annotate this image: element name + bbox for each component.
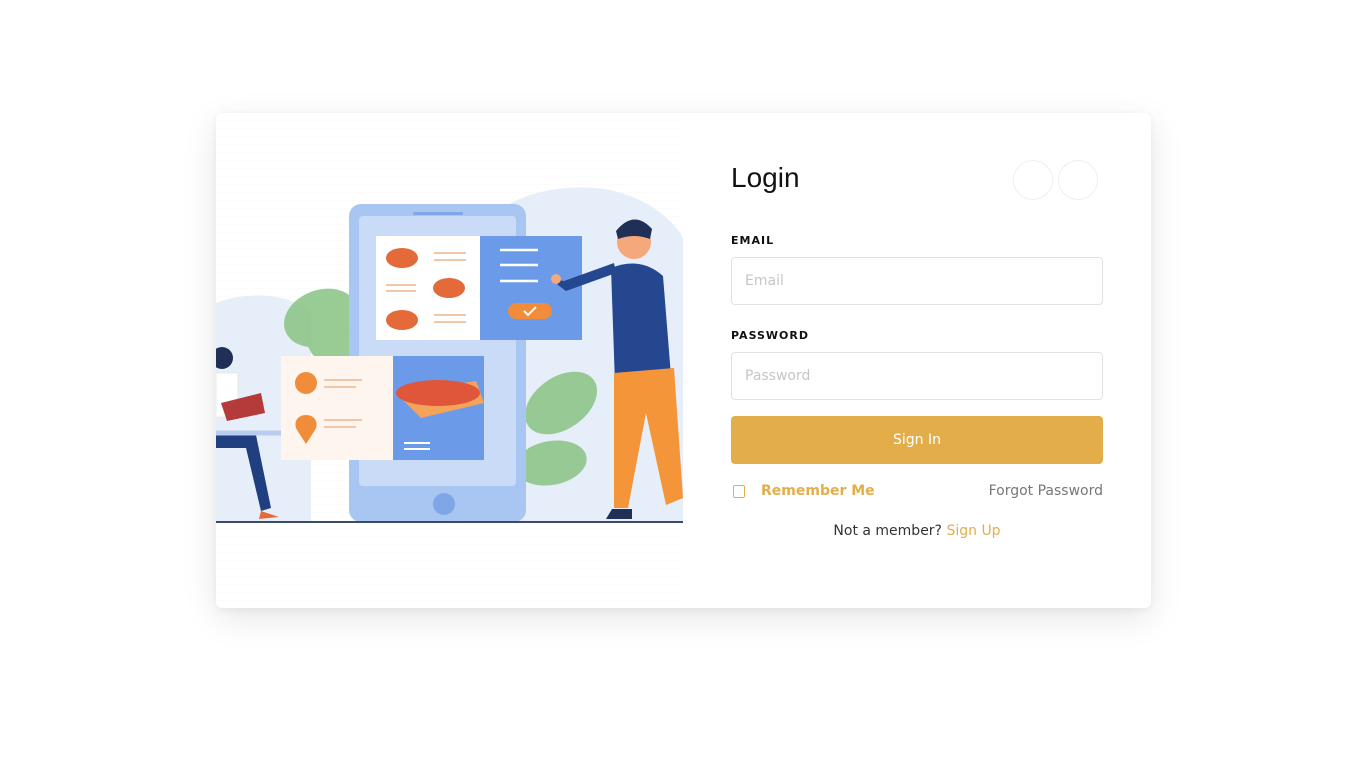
email-field[interactable]: [731, 257, 1103, 305]
remember-me-label: Remember Me: [761, 483, 875, 499]
password-label: PASSWORD: [731, 329, 810, 342]
login-card: Login EMAIL PASSWORD Sign In Remember Me…: [216, 113, 1151, 608]
social-login-button[interactable]: [1058, 160, 1098, 200]
login-form: Login EMAIL PASSWORD Sign In Remember Me…: [731, 113, 1103, 608]
social-login-button[interactable]: [1013, 160, 1053, 200]
forgot-password-link[interactable]: Forgot Password: [989, 483, 1103, 499]
password-field[interactable]: [731, 352, 1103, 400]
signup-prompt: Not a member? Sign Up: [731, 523, 1103, 539]
sign-up-link[interactable]: Sign Up: [946, 523, 1000, 539]
login-title: Login: [731, 162, 800, 193]
food-delivery-illustration: [216, 113, 683, 608]
remember-me-checkbox[interactable]: [733, 484, 745, 498]
remember-me-toggle[interactable]: Remember Me: [731, 483, 875, 499]
not-member-text: Not a member?: [833, 523, 942, 539]
illustration-art: [216, 187, 683, 523]
sign-in-button[interactable]: Sign In: [731, 416, 1103, 464]
email-label: EMAIL: [731, 234, 775, 247]
